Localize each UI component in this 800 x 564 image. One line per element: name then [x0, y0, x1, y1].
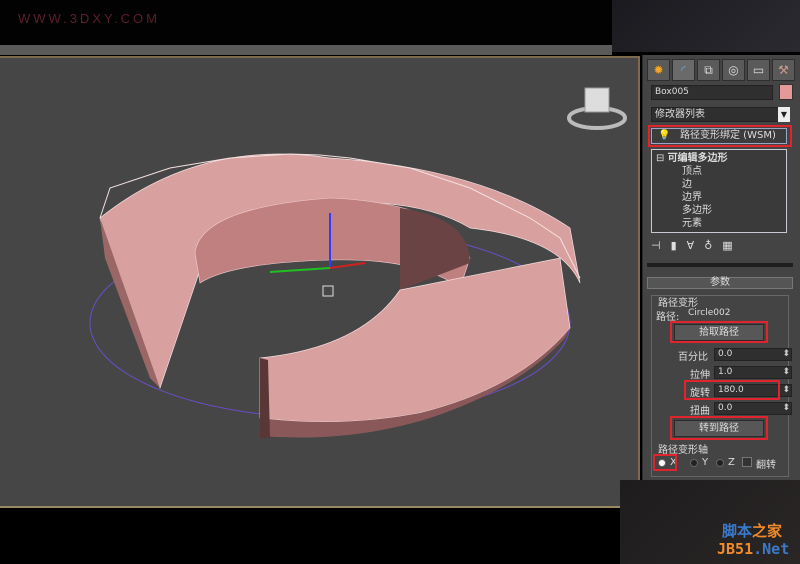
axis-label: Y	[702, 457, 709, 468]
object-color-swatch[interactable]	[779, 84, 793, 100]
site-logo: 脚本之家	[722, 520, 782, 541]
modifier-list-dropdown[interactable]: 修改器列表	[651, 107, 789, 122]
flip-checkbox[interactable]	[742, 457, 752, 467]
rollout-parameters[interactable]: 参数	[647, 277, 793, 289]
logo-text: 之家	[752, 522, 783, 540]
display-icon[interactable]: ▭	[747, 59, 770, 81]
field-label: 百分比	[678, 352, 708, 363]
stretch-spinner[interactable]: 1.0	[714, 366, 792, 379]
create-icon[interactable]: ✹	[647, 59, 670, 81]
stack-subitem[interactable]: 边	[656, 178, 782, 191]
axis-z-radio[interactable]	[716, 459, 724, 467]
axis-y-radio[interactable]	[690, 459, 698, 467]
configure-sets-icon[interactable]: ▦	[722, 239, 732, 252]
stack-subitem[interactable]: 多边形	[656, 204, 782, 217]
highlight-box	[670, 416, 768, 440]
path-value: Circle002	[688, 308, 731, 318]
bottom-band	[0, 510, 620, 564]
chevron-down-icon[interactable]: ▼	[778, 107, 790, 122]
stack-toolbar: ⊣ ▮ ∀ ♁ ▦	[651, 239, 733, 252]
command-panel: ✹ ◜ ⧉ ◎ ▭ ⚒ Box005 修改器列表 ▼ 💡 路径变形绑定 (WSM)…	[642, 55, 800, 480]
object-name-field[interactable]: Box005	[651, 85, 773, 100]
highlight-box	[684, 380, 780, 400]
twist-spinner[interactable]: 0.0	[714, 402, 792, 415]
highlight-box	[670, 321, 768, 343]
group-title: 路径变形	[658, 298, 698, 309]
path-deform-group: 路径变形 路径: Circle002 拾取路径 百分比 0.0 拉伸 1.0 旋…	[651, 295, 792, 477]
viewport-scene	[89, 87, 627, 438]
logo-text: JB51	[717, 540, 754, 558]
perspective-viewport[interactable]	[0, 56, 640, 508]
utilities-icon[interactable]: ⚒	[772, 59, 795, 81]
toolbar-strip	[0, 45, 612, 55]
deformed-mesh	[99, 153, 581, 438]
divider	[647, 263, 793, 267]
panel-tabs: ✹ ◜ ⧉ ◎ ▭ ⚒	[647, 59, 795, 81]
collapse-icon[interactable]: ⊟	[656, 153, 668, 164]
axis-label: Z	[728, 457, 735, 468]
field-label: 扭曲	[690, 406, 710, 417]
flip-label: 翻转	[756, 460, 776, 471]
watermark: WWW.3DXY.COM	[18, 11, 160, 26]
highlight-box	[653, 454, 677, 471]
hierarchy-icon[interactable]: ⧉	[697, 59, 720, 81]
field-label: 拉伸	[690, 370, 710, 381]
highlight-box	[648, 125, 792, 147]
stack-item-editable-poly[interactable]: ⊟ 可编辑多边形	[656, 152, 782, 165]
stack-subitem[interactable]: 边界	[656, 191, 782, 204]
stack-subitem[interactable]: 顶点	[656, 165, 782, 178]
logo-text: 脚本	[722, 522, 753, 540]
modifier-stack[interactable]: ⊟ 可编辑多边形 顶点 边 边界 多边形 元素	[651, 149, 787, 233]
logo-text: .Net	[753, 540, 790, 558]
motion-icon[interactable]: ◎	[722, 59, 745, 81]
show-end-result-icon[interactable]: ▮	[671, 239, 677, 252]
pin-stack-icon[interactable]: ⊣	[651, 239, 661, 252]
make-unique-icon[interactable]: ∀	[687, 239, 695, 252]
remove-modifier-icon[interactable]: ♁	[704, 239, 712, 252]
stack-subitem[interactable]: 元素	[656, 217, 782, 230]
modify-icon[interactable]: ◜	[672, 59, 695, 81]
site-logo-url: JB51.Net	[717, 540, 789, 558]
percent-spinner[interactable]: 0.0	[714, 348, 792, 361]
corner-area	[612, 0, 800, 52]
viewcube[interactable]	[567, 87, 627, 130]
